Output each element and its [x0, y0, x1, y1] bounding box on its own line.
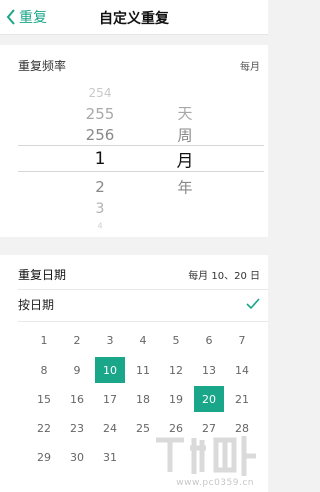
picker-selection-top-line [18, 145, 264, 146]
checkmark-icon [246, 298, 260, 310]
picker-number-option[interactable]: 254 [89, 86, 112, 100]
day-20[interactable]: 20 [194, 386, 224, 412]
day-24[interactable]: 24 [95, 415, 125, 441]
day-19[interactable]: 19 [161, 386, 191, 412]
page-title: 自定义重复 [99, 11, 169, 27]
picker-number-selected[interactable]: 1 [95, 149, 106, 169]
day-11[interactable]: 11 [128, 357, 158, 383]
day-6[interactable]: 6 [194, 327, 224, 353]
day-1[interactable]: 1 [29, 327, 59, 353]
frequency-label: 重复频率 [18, 58, 67, 73]
day-10[interactable]: 10 [95, 357, 125, 383]
picker-number-option[interactable]: 2 [95, 178, 105, 196]
picker-number-option[interactable]: 3 [96, 201, 105, 217]
day-21[interactable]: 21 [227, 386, 257, 412]
picker-number-option[interactable]: 256 [86, 126, 115, 144]
picker-unit-option[interactable]: 年 [177, 177, 192, 198]
day-18[interactable]: 18 [128, 386, 158, 412]
picker-number-option[interactable]: 255 [86, 105, 115, 123]
repeat-date-value: 每月 10、20 日 [188, 270, 260, 282]
day-29[interactable]: 29 [29, 444, 59, 470]
repeat-date-row: 重复日期 每月 10、20 日 [18, 264, 260, 284]
day-5[interactable]: 5 [161, 327, 191, 353]
nav-bar: 重复 自定义重复 [0, 0, 268, 35]
day-12[interactable]: 12 [161, 357, 191, 383]
picker-number-option[interactable]: 4 [97, 222, 102, 231]
day-22[interactable]: 22 [29, 415, 59, 441]
frequency-card: 重复频率 每月 254 255 256 1 2 3 4 天 周 月 年 [0, 45, 268, 237]
picker-unit-option[interactable]: 天 [177, 103, 192, 124]
day-13[interactable]: 13 [194, 357, 224, 383]
day-23[interactable]: 23 [62, 415, 92, 441]
day-3[interactable]: 3 [95, 327, 125, 353]
day-15[interactable]: 15 [29, 386, 59, 412]
by-date-label: 按日期 [18, 297, 55, 312]
day-8[interactable]: 8 [29, 357, 59, 383]
day-7[interactable]: 7 [227, 327, 257, 353]
picker-selection-bottom-line [18, 171, 264, 172]
frequency-row: 重复频率 每月 [18, 55, 260, 75]
by-date-option[interactable]: 按日期 [18, 293, 260, 315]
frequency-value: 每月 [240, 61, 260, 73]
divider [18, 289, 268, 290]
divider [18, 321, 268, 322]
picker-unit-option[interactable]: 周 [177, 125, 192, 146]
repeat-date-card: 重复日期 每月 10、20 日 按日期 1 2 3 4 5 6 7 8 9 10 11 12 13 14 1… [0, 255, 268, 492]
watermark-logo: www.pc0359.cn [150, 430, 260, 488]
day-31[interactable]: 31 [95, 444, 125, 470]
day-14[interactable]: 14 [227, 357, 257, 383]
day-16[interactable]: 16 [62, 386, 92, 412]
watermark-text: www.pc0359.cn [176, 478, 254, 488]
picker-unit-selected[interactable]: 月 [177, 147, 194, 172]
day-9[interactable]: 9 [62, 357, 92, 383]
day-4[interactable]: 4 [128, 327, 158, 353]
day-30[interactable]: 30 [62, 444, 92, 470]
frequency-picker[interactable]: 254 255 256 1 2 3 4 天 周 月 年 [0, 85, 268, 231]
repeat-date-label: 重复日期 [18, 267, 67, 282]
day-2[interactable]: 2 [62, 327, 92, 353]
day-17[interactable]: 17 [95, 386, 125, 412]
